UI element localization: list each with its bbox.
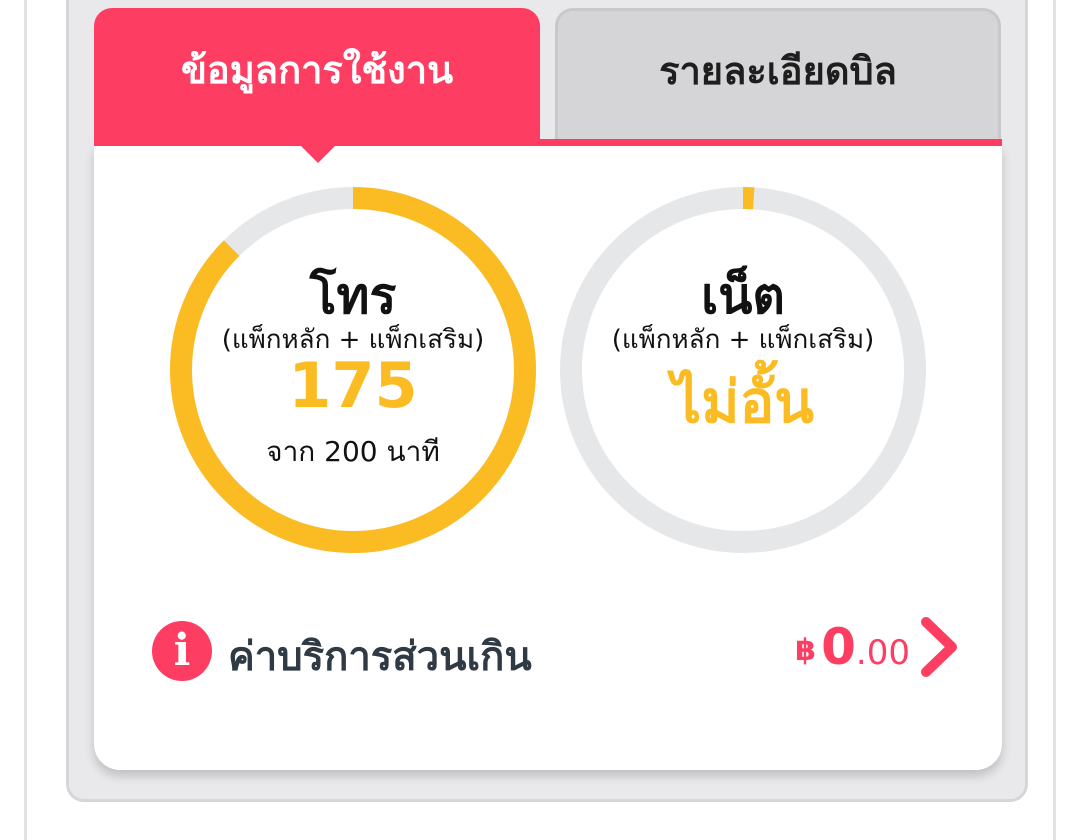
- overage-charges-row[interactable]: i ค่าบริการส่วนเกิน ฿ 0.00: [152, 616, 962, 686]
- amount-decimal: .00: [855, 633, 910, 673]
- overage-amount: ฿ 0.00: [795, 618, 910, 676]
- amount-integer: 0: [821, 618, 856, 676]
- active-tab-pointer: [300, 145, 336, 163]
- data-usage-gauge[interactable]: เน็ต (แพ็กหลัก + แพ็กเสริม) ไม่อั้น: [560, 187, 926, 553]
- voice-usage-gauge[interactable]: โทร (แพ็กหลัก + แพ็กเสริม) 175 จาก 200 น…: [170, 187, 536, 553]
- overage-label: ค่าบริการส่วนเกิน: [228, 634, 532, 680]
- tab-usage-info[interactable]: ข้อมูลการใช้งาน: [94, 8, 540, 144]
- tab-underline: [94, 139, 1002, 146]
- info-icon: i: [152, 621, 212, 681]
- data-unlimited-value: ไม่อั้น: [672, 368, 814, 436]
- currency-symbol: ฿: [795, 633, 817, 668]
- tab-bill-details[interactable]: รายละเอียดบิล: [555, 8, 1001, 144]
- chevron-right-icon[interactable]: [918, 616, 962, 678]
- voice-total-text: จาก 200 นาที: [266, 435, 440, 468]
- data-subtitle: (แพ็กหลัก + แพ็กเสริม): [611, 325, 875, 355]
- voice-remaining-value: 175: [288, 349, 418, 422]
